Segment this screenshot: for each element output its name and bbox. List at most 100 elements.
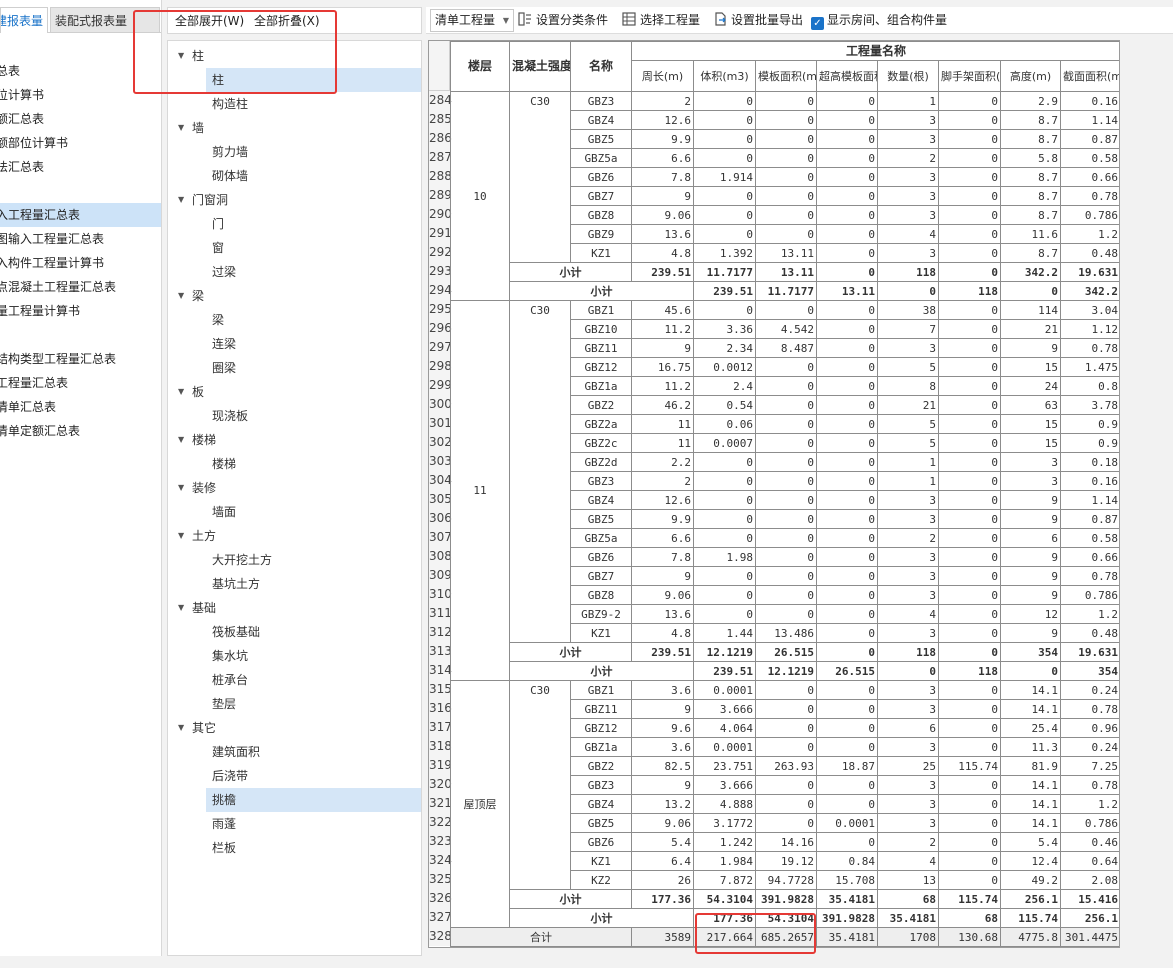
table-row[interactable]: 小计239.5111.717713.1101180342.219.631 [451, 281, 1119, 301]
report-item[interactable] [0, 179, 161, 203]
set-category-button[interactable]: 设置分类条件 [518, 7, 608, 34]
tree-group[interactable]: ▼ 楼梯 [168, 428, 421, 452]
tree-expand-icon[interactable]: ▼ [178, 524, 184, 548]
tree-group[interactable]: ▼ 墙 [168, 116, 421, 140]
tree-item[interactable]: 窗 [206, 236, 421, 260]
tree-group[interactable]: ▼ 其它 [168, 716, 421, 740]
value-cell: 0 [755, 148, 817, 168]
report-item[interactable]: 输入工程量汇总表 [0, 203, 161, 227]
tree-expand-icon[interactable]: ▼ [178, 44, 184, 68]
show-rooms-checkbox[interactable]: ✓ 显示房间、组合构件量 [811, 7, 947, 34]
report-item[interactable]: 部位计算书 [0, 83, 161, 107]
value-cell: 3.78 [1059, 395, 1119, 415]
tree-item[interactable]: 构造柱 [206, 92, 421, 116]
tree-item[interactable]: 圈梁 [206, 356, 421, 380]
report-item[interactable]: 析 [0, 323, 161, 347]
value-cell: 0 [816, 832, 878, 852]
tree-group[interactable]: ▼ 板 [168, 380, 421, 404]
tree-item[interactable]: 门 [206, 212, 421, 236]
value-cell: 46.2 [631, 395, 694, 415]
value-cell: 0 [816, 642, 878, 662]
floor-cell: 屋顶层 [450, 680, 510, 928]
table-row[interactable]: 小计239.5111.717713.1101180342.219.631 [451, 262, 1119, 282]
tree-expand-icon[interactable]: ▼ [178, 596, 184, 620]
tree-item[interactable]: 楼梯 [206, 452, 421, 476]
batch-export-button[interactable]: 设置批量导出 [713, 7, 803, 34]
report-item[interactable]: 输入构件工程量计算书 [0, 251, 161, 275]
table-row[interactable]: 小计239.5112.121926.5150118035419.631 [451, 661, 1119, 681]
report-item[interactable]: 程量工程量计算书 [0, 299, 161, 323]
tree-expand-icon[interactable]: ▼ [178, 716, 184, 740]
report-item[interactable]: 汇总表 [0, 59, 161, 83]
tree-group[interactable]: ▼ 装修 [168, 476, 421, 500]
value-cell: 5.4 [631, 832, 694, 852]
table-row[interactable]: 小计 177.36 54.3104 391.9828 35.4181 68 115.74 25… [451, 908, 1119, 928]
tree-item[interactable]: 集水坑 [206, 644, 421, 668]
tree-item[interactable]: 连梁 [206, 332, 421, 356]
value-cell: 5 [877, 357, 939, 377]
tree-expand-icon[interactable]: ▼ [178, 116, 184, 140]
tree-item[interactable]: 栏板 [206, 836, 421, 860]
tree-expand-icon[interactable]: ▼ [178, 428, 184, 452]
table-row[interactable]: 10 C30 GBZ3 2 0 0 0 1 0 2.9 0.16 [450, 91, 1119, 301]
tree-item[interactable]: 砌体墙 [206, 164, 421, 188]
report-item[interactable]: 节点混凝土工程量汇总表 [0, 275, 161, 299]
tree-item[interactable]: 过梁 [206, 260, 421, 284]
table-row[interactable]: 小计239.5112.121926.5150118035419.631 [451, 642, 1119, 662]
value-cell: 0.48 [1059, 623, 1119, 643]
value-cell: 1.392 [693, 243, 756, 263]
tree-group[interactable]: ▼ 门窗洞 [168, 188, 421, 212]
tree-item[interactable]: 大开挖土方 [206, 548, 421, 572]
tree-group[interactable]: ▼ 梁 [168, 284, 421, 308]
tree-item[interactable]: 桩承台 [206, 668, 421, 692]
quantity-type-select[interactable]: 清单工程量 ▼ [430, 9, 514, 32]
tree-group[interactable]: ▼ 基础 [168, 596, 421, 620]
value-cell: 9.06 [631, 585, 694, 605]
tree-item[interactable]: 梁 [206, 308, 421, 332]
value-cell: 0 [693, 585, 756, 605]
report-item[interactable]: 定额部位计算书 [0, 131, 161, 155]
value-cell: 0 [938, 110, 1001, 130]
tree-expand-icon[interactable]: ▼ [178, 188, 184, 212]
report-item[interactable]: 筑工程量汇总表 [0, 371, 161, 395]
select-quantity-button[interactable]: 选择工程量 [622, 7, 700, 34]
table-row[interactable]: 小计 177.36 54.3104 391.9828 35.4181 68 115.74 25… [451, 889, 1119, 909]
row-number: 312 [429, 623, 452, 642]
table-row[interactable]: 11 C30 GBZ1 45.6 0 0 0 38 0 114 3.04 [450, 300, 1119, 681]
expand-all-button[interactable]: 全部展开(W) [175, 8, 244, 35]
tab-prefab-report[interactable]: 装配式报表量 [50, 7, 160, 33]
table-row[interactable]: 屋顶层 C30 GBZ1 3.6 0.0001 0 0 3 0 14.1 0.24 [450, 680, 1119, 928]
value-cell: 0 [755, 471, 817, 491]
value-cell: 9 [1000, 338, 1061, 358]
value-cell: 15.416 [1059, 889, 1119, 909]
tree-item[interactable]: 挑檐 [206, 788, 421, 812]
tree-expand-icon[interactable]: ▼ [178, 476, 184, 500]
value-cell: 11.3 [1000, 737, 1061, 757]
tree-item[interactable]: 后浇带 [206, 764, 421, 788]
tree-item[interactable]: 基坑土方 [206, 572, 421, 596]
collapse-all-button[interactable]: 全部折叠(X) [254, 8, 320, 35]
tree-item[interactable]: 建筑面积 [206, 740, 421, 764]
value-cell: 0 [816, 433, 878, 453]
report-item[interactable]: 按清单汇总表 [0, 395, 161, 419]
report-item[interactable]: 做法汇总表 [0, 155, 161, 179]
tree-item[interactable]: 现浇板 [206, 404, 421, 428]
tab-building-report[interactable]: 建报表量 [0, 7, 48, 33]
tree-item[interactable]: 雨蓬 [206, 812, 421, 836]
value-cell: 0 [816, 604, 878, 624]
tree-expand-icon[interactable]: ▼ [178, 380, 184, 404]
tree-item[interactable]: 筏板基础 [206, 620, 421, 644]
tree-item[interactable]: 柱 [206, 68, 421, 92]
tree-expand-icon[interactable]: ▼ [178, 284, 184, 308]
tree-item[interactable]: 剪力墙 [206, 140, 421, 164]
tree-item[interactable]: 垫层 [206, 692, 421, 716]
table-row[interactable]: 合计 3589 217.664 685.2657 35.4181 1708 130.68 47… [450, 927, 1119, 947]
report-item[interactable]: 定额汇总表 [0, 107, 161, 131]
report-item[interactable]: 绘图输入工程量汇总表 [0, 227, 161, 251]
tree-group[interactable]: ▼ 柱 [168, 44, 421, 68]
report-item[interactable]: 按清单定额汇总表 [0, 419, 161, 443]
value-cell: 35.4181 [816, 889, 878, 909]
tree-group[interactable]: ▼ 土方 [168, 524, 421, 548]
tree-item[interactable]: 墙面 [206, 500, 421, 524]
report-item[interactable]: 按结构类型工程量汇总表 [0, 347, 161, 371]
